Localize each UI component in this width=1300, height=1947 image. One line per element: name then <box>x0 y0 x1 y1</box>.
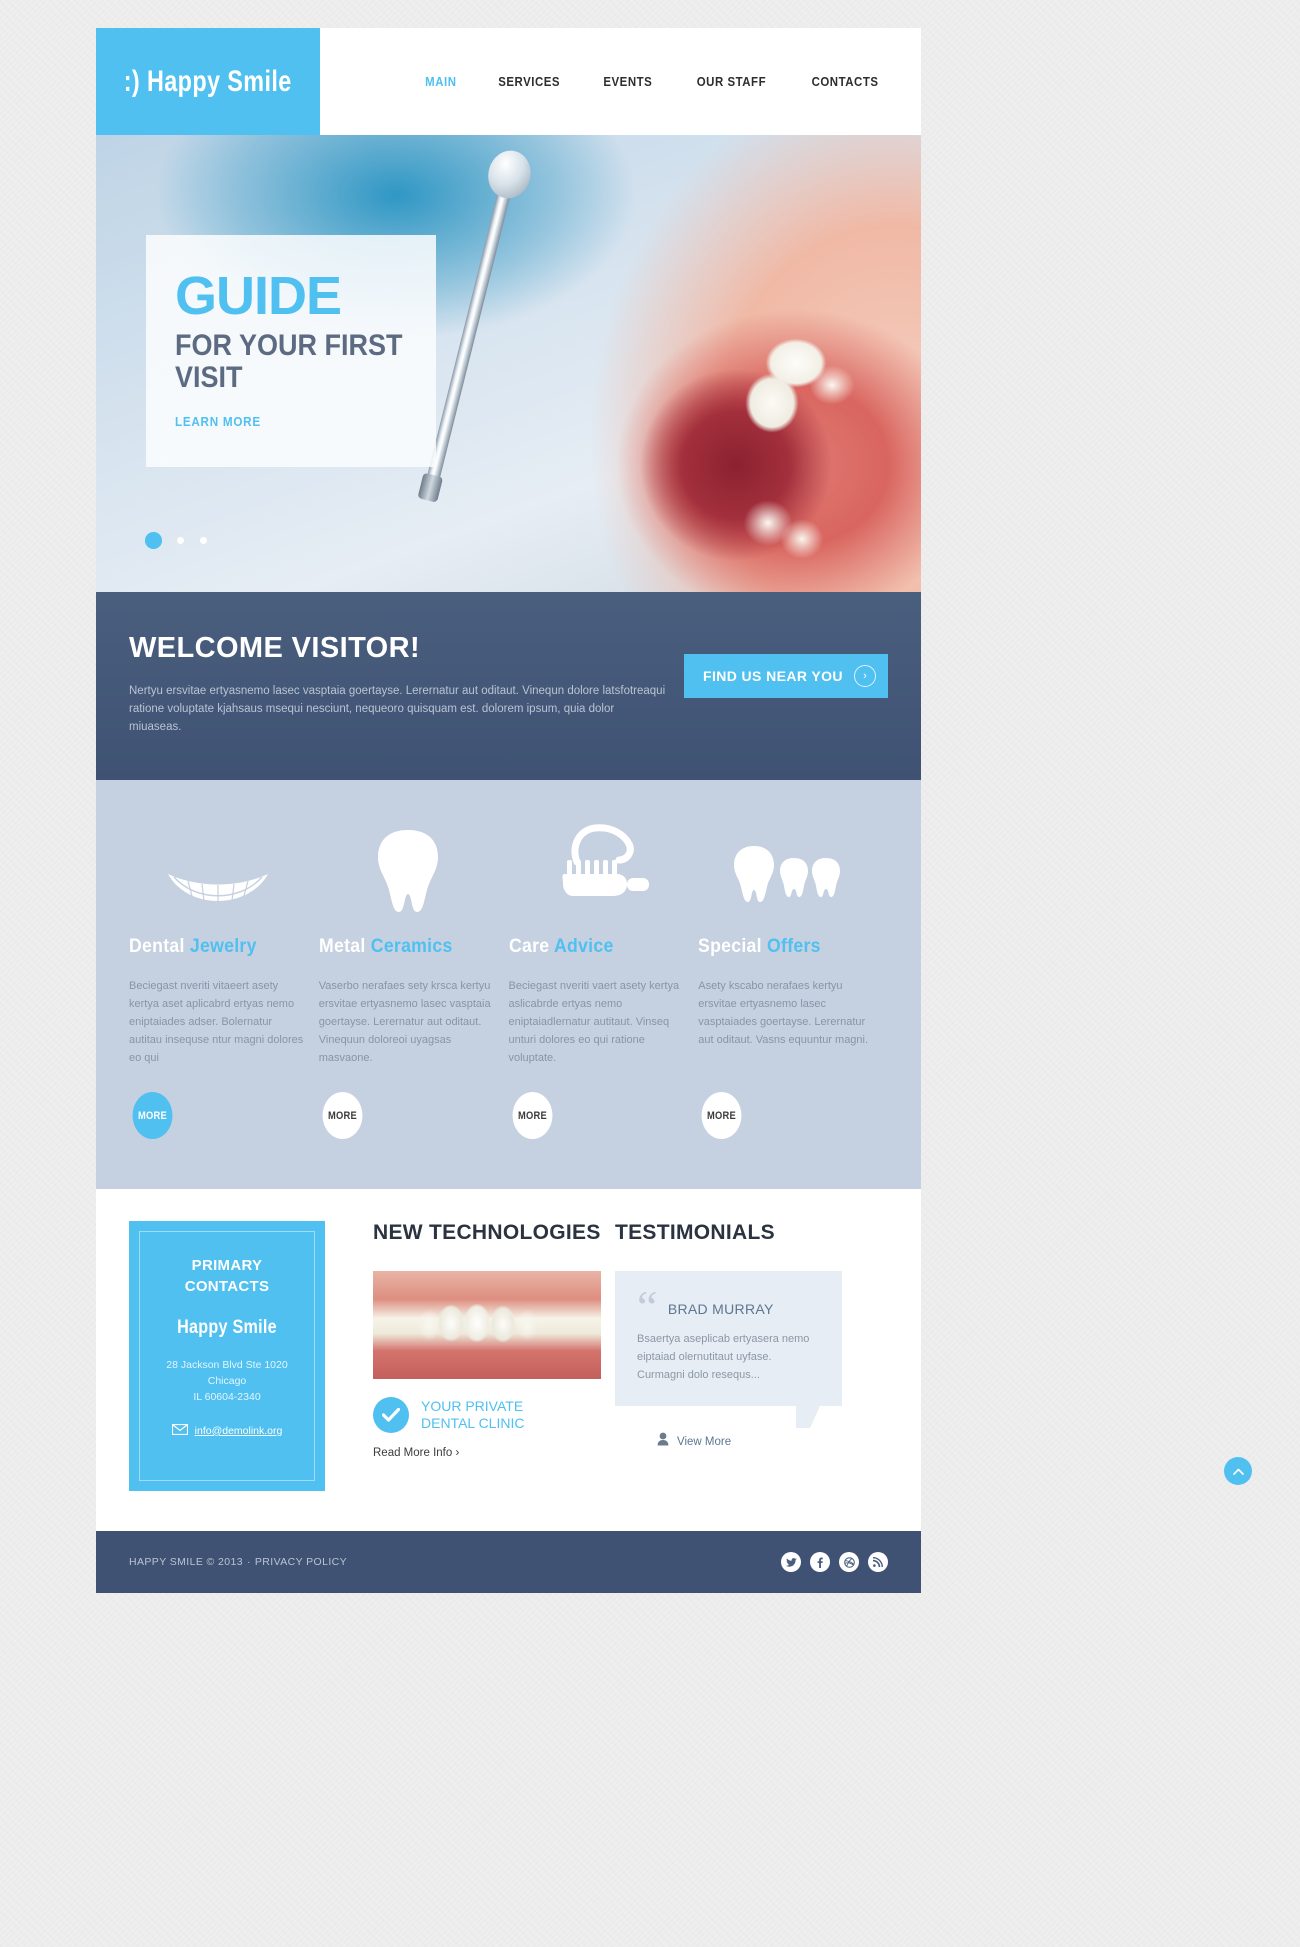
nav-item-our-staff[interactable]: OUR STAFF <box>697 74 766 89</box>
find-us-near-you-button[interactable]: FIND US NEAR YOU › <box>684 654 888 698</box>
footer-social-links <box>781 1552 888 1573</box>
slider-dot-3[interactable] <box>200 537 207 544</box>
site-footer: HAPPY SMILE © 2013 · PRIVACY POLICY <box>96 1531 921 1594</box>
hero-slider[interactable]: GUIDE FOR YOUR FIRST VISIT LEARN MORE <box>96 135 921 592</box>
footer-separator: · <box>246 1556 251 1569</box>
nav-item-main[interactable]: MAIN <box>425 74 456 89</box>
nav-item-events[interactable]: EVENTS <box>604 74 653 89</box>
back-to-top-button[interactable] <box>1224 1457 1252 1485</box>
primary-contacts-box: PRIMARY CONTACTS Happy Smile 28 Jackson … <box>129 1221 325 1492</box>
welcome-copy: WELCOME VISITOR! Nertyu ersvitae ertyasn… <box>129 632 669 736</box>
new-technologies-heading: NEW TECHNOLOGIES <box>373 1221 601 1245</box>
primary-contacts-column: PRIMARY CONTACTS Happy Smile 28 Jackson … <box>129 1221 325 1492</box>
check-icon <box>373 1397 409 1434</box>
hero-title: GUIDE <box>175 266 342 326</box>
service-title: Special Offers <box>698 936 822 958</box>
testimonials-heading: TESTIMONIALS <box>615 1221 775 1245</box>
nav-item-contacts[interactable]: CONTACTS <box>812 74 879 89</box>
hero-subtitle: FOR YOUR FIRST VISIT <box>175 329 403 395</box>
toothbrush-icon <box>509 822 687 914</box>
facebook-icon[interactable] <box>810 1552 830 1573</box>
service-more-button[interactable]: MORE <box>701 1092 742 1140</box>
hero-caption: GUIDE FOR YOUR FIRST VISIT LEARN MORE <box>146 235 436 467</box>
service-card-care-advice: Care Advice Beciegast nveriti vaert aset… <box>508 822 699 1140</box>
caption-line-1: YOUR PRIVATE <box>421 1397 524 1414</box>
welcome-section: WELCOME VISITOR! Nertyu ersvitae ertyasn… <box>96 592 921 781</box>
new-technologies-column: NEW TECHNOLOGIES YOUR PRIVATE DENTAL CLI… <box>325 1221 601 1491</box>
testimonial-view-more-link[interactable]: View More <box>677 1436 731 1448</box>
nav-item-services[interactable]: SERVICES <box>498 74 560 89</box>
primary-contacts-address: 28 Jackson Blvd Ste 1020 Chicago IL 6060… <box>154 1357 300 1406</box>
hero-learn-more-link[interactable]: LEARN MORE <box>175 414 261 429</box>
service-more-button[interactable]: MORE <box>322 1092 363 1140</box>
address-line-2: Chicago <box>207 1375 247 1388</box>
content-section: PRIMARY CONTACTS Happy Smile 28 Jackson … <box>96 1189 921 1532</box>
chevron-right-icon: › <box>854 665 876 687</box>
welcome-text: Nertyu ersvitae ertyasnemo lasec vasptai… <box>129 685 666 733</box>
user-icon <box>657 1432 669 1451</box>
caption-line-2: DENTAL CLINIC <box>421 1415 525 1432</box>
primary-contacts-email-link[interactable]: info@demolink.org <box>195 1425 283 1437</box>
main-navigation: MAIN SERVICES EVENTS OUR STAFF CONTACTS <box>320 28 921 135</box>
service-title: Care Advice <box>508 936 614 958</box>
find-us-label: FIND US NEAR YOU <box>703 668 843 684</box>
footer-copyright-row: HAPPY SMILE © 2013 · PRIVACY POLICY <box>129 1556 347 1568</box>
services-section: Dental Jewelry Beciegast nveriti vitaeer… <box>96 780 921 1190</box>
logo-text: :) Happy Smile <box>124 64 292 98</box>
testimonial-bubble: “ BRAD MURRAY Bsaertya aseplicab ertyase… <box>615 1271 842 1429</box>
footer-copyright: HAPPY SMILE © 2013 <box>129 1556 243 1569</box>
testimonial-text: Bsaertya aseplicab ertyasera nemo eiptai… <box>637 1333 810 1381</box>
new-technologies-caption: YOUR PRIVATE DENTAL CLINIC <box>421 1398 524 1433</box>
slider-pagination <box>146 537 207 544</box>
service-card-special-offers: Special Offers Asety kscabo nerafaes ker… <box>698 822 888 1140</box>
smile-icon <box>129 822 307 914</box>
testimonials-column: TESTIMONIALS “ BRAD MURRAY Bsaertya asep… <box>565 1221 842 1491</box>
service-text: Beciegast nveriti vitaeert asety kertya … <box>129 980 304 1064</box>
service-more-button[interactable]: MORE <box>512 1092 552 1140</box>
envelope-icon <box>171 1422 188 1440</box>
testimonial-view-more-row: View More <box>615 1432 825 1451</box>
slider-dot-2[interactable] <box>177 537 184 544</box>
tooth-icon <box>319 822 497 914</box>
testimonial-author: BRAD MURRAY <box>667 1301 774 1318</box>
service-text: Vaserbo nerafaes sety krsca kertyu ersvi… <box>318 980 491 1064</box>
footer-privacy-policy-link[interactable]: PRIVACY POLICY <box>255 1556 347 1568</box>
three-teeth-icon <box>698 822 876 914</box>
site-header: :) Happy Smile MAIN SERVICES EVENTS OUR … <box>96 28 921 135</box>
slider-dot-1[interactable] <box>150 537 157 544</box>
primary-contacts-brand: Happy Smile <box>177 1316 277 1338</box>
dribbble-icon[interactable] <box>839 1552 859 1573</box>
quote-icon: “ <box>637 1281 658 1333</box>
primary-contacts-email-row: info@demolink.org <box>154 1422 300 1440</box>
address-line-3: IL 60604-2340 <box>193 1391 261 1404</box>
service-card-dental-jewelry: Dental Jewelry Beciegast nveriti vitaeer… <box>129 822 319 1140</box>
welcome-title: WELCOME VISITOR! <box>129 632 421 664</box>
service-text: Asety kscabo nerafaes kertyu ersvitae er… <box>698 980 869 1046</box>
new-technologies-caption-row: YOUR PRIVATE DENTAL CLINIC <box>373 1397 565 1434</box>
address-line-1: 28 Jackson Blvd Ste 1020 <box>166 1358 288 1371</box>
logo[interactable]: :) Happy Smile <box>96 28 320 135</box>
service-more-button[interactable]: MORE <box>132 1092 173 1140</box>
primary-contacts-title: PRIMARY CONTACTS <box>184 1257 270 1295</box>
page-wrapper: :) Happy Smile MAIN SERVICES EVENTS OUR … <box>96 28 921 1594</box>
service-text: Beciegast nveriti vaert asety kertya asl… <box>508 980 680 1064</box>
chevron-up-icon <box>1232 1468 1244 1475</box>
service-title: Dental Jewelry <box>129 936 257 958</box>
service-title: Metal Ceramics <box>318 936 453 958</box>
service-card-metal-ceramics: Metal Ceramics Vaserbo nerafaes sety krs… <box>318 822 509 1140</box>
read-more-info-link[interactable]: Read More Info › <box>373 1447 565 1459</box>
rss-icon[interactable] <box>868 1552 888 1573</box>
twitter-icon[interactable] <box>781 1552 801 1573</box>
